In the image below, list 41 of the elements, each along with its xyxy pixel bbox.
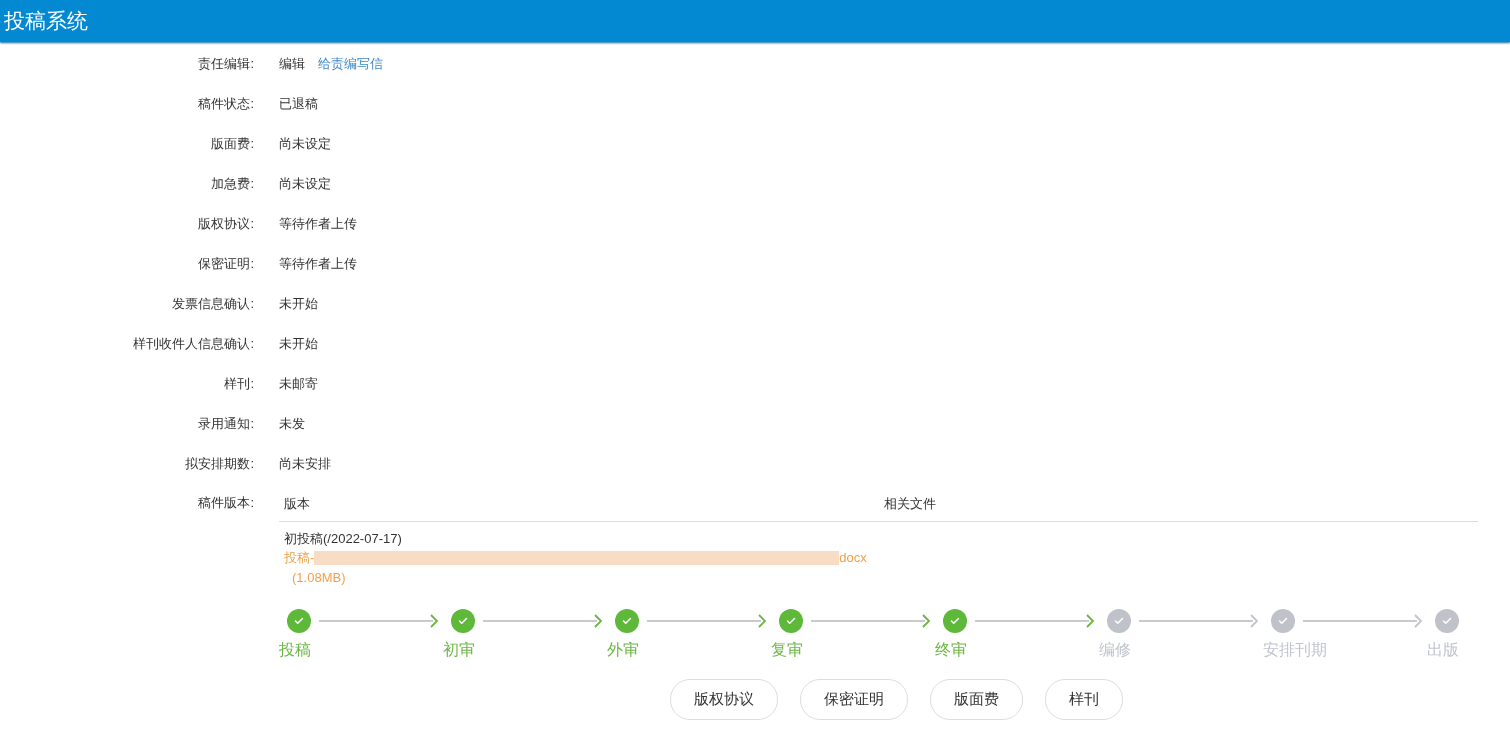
field-value: 未开始 bbox=[279, 335, 318, 353]
field-value: 未开始 bbox=[279, 295, 318, 313]
field-label: 拟安排期数: bbox=[184, 455, 255, 473]
step-label: 复审 bbox=[771, 640, 804, 660]
field-label: 加急费: bbox=[210, 175, 255, 193]
step-label: 编修 bbox=[1099, 640, 1132, 660]
field-value: 等待作者上传 bbox=[279, 255, 357, 273]
field-label: 录用通知: bbox=[197, 415, 255, 433]
field-value: 等待作者上传 bbox=[279, 215, 357, 233]
step-label: 安排刊期 bbox=[1263, 640, 1328, 660]
field-label: 样刊收件人信息确认: bbox=[132, 335, 255, 353]
document-button[interactable]: 版权协议 bbox=[670, 679, 778, 720]
step-label: 终审 bbox=[935, 640, 968, 660]
app-title: 投稿系统 bbox=[3, 8, 88, 34]
field-value: 尚未设定 bbox=[279, 135, 331, 153]
field-label: 稿件版本: bbox=[197, 494, 255, 512]
document-button[interactable]: 保密证明 bbox=[800, 679, 908, 720]
field-label: 版面费: bbox=[210, 135, 255, 153]
field-value: 已退稿 bbox=[279, 95, 318, 113]
field-value: 编辑 bbox=[279, 55, 305, 73]
step-label: 投稿 bbox=[279, 640, 312, 660]
document-button[interactable]: 样刊 bbox=[1045, 679, 1123, 720]
column-header: 相关文件 bbox=[882, 495, 937, 513]
email-editor-link[interactable]: 给责编写信 bbox=[318, 55, 383, 73]
step-label: 外审 bbox=[607, 640, 640, 660]
field-label: 发票信息确认: bbox=[171, 295, 255, 313]
field-value: 未发 bbox=[279, 415, 305, 433]
field-label: 责任编辑: bbox=[197, 55, 255, 73]
field-value: 尚未设定 bbox=[279, 175, 331, 193]
file-size: (1.08MB) bbox=[291, 569, 347, 587]
field-value: 尚未安排 bbox=[279, 455, 331, 473]
field-value: 未邮寄 bbox=[279, 375, 318, 393]
column-header: 版本 bbox=[283, 495, 311, 513]
field-label: 版权协议: bbox=[197, 215, 255, 233]
step-label: 出版 bbox=[1427, 640, 1460, 660]
step-label: 初审 bbox=[443, 640, 476, 660]
version-name: 初投稿(/2022-07-17) bbox=[284, 530, 403, 548]
field-label: 稿件状态: bbox=[197, 95, 255, 113]
field-label: 保密证明: bbox=[197, 255, 255, 273]
document-button[interactable]: 版面费 bbox=[930, 679, 1023, 720]
field-label: 样刊: bbox=[223, 375, 255, 393]
